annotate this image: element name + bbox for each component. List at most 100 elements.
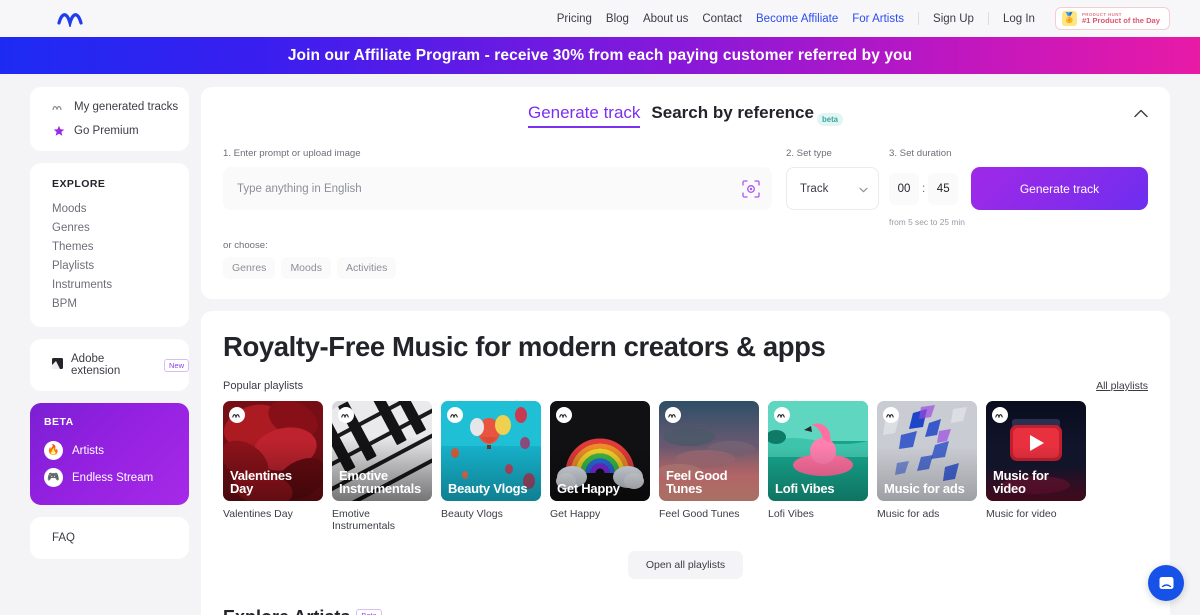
tab-generate-track[interactable]: Generate track [527, 103, 641, 128]
affiliate-banner-text: Join our Affiliate Program - receive 30%… [287, 46, 913, 64]
playlist-card-get-happy[interactable]: Get Happy Get Happy [550, 401, 650, 532]
playlist-artwork: Valentines Day [223, 401, 323, 501]
sidebar-item-label: Go Premium [74, 125, 139, 137]
generator-controls: 1. Enter prompt or upload image Type any… [223, 148, 1148, 227]
step-2-label: 2. Set type [786, 148, 832, 159]
nav-link-for-artists[interactable]: For Artists [852, 13, 904, 25]
playlist-artwork: Feel Good Tunes [659, 401, 759, 501]
tab-search-by-reference[interactable]: Search by reference beta [651, 103, 844, 126]
wave-icon [52, 104, 65, 111]
duration-separator: : [922, 182, 926, 195]
playlist-title: Valentines Day [230, 467, 292, 496]
playlist-artwork: Get Happy [550, 401, 650, 501]
mubert-badge-icon [338, 407, 354, 423]
explore-artists-header: Explore Artists Beta All artists [223, 607, 1148, 615]
sidebar-item-label: Endless Stream [72, 471, 154, 484]
playlist-caption: Lofi Vibes [768, 508, 814, 520]
playlist-card-emotive-instrumentals[interactable]: Emotive Instrumentals Emotive Instrument… [332, 401, 432, 532]
generator-tabs: Generate track Search by reference beta [223, 103, 1148, 128]
sidebar-item-artists[interactable]: 🔥 Artists [30, 437, 189, 464]
mubert-badge-icon [992, 407, 1008, 423]
sidebar-item-moods[interactable]: Moods [30, 199, 189, 218]
playlist-card-feel-good-tunes[interactable]: Feel Good Tunes Feel Good Tunes [659, 401, 759, 532]
sidebar-item-adobe-extension[interactable]: Adobe extension New [30, 339, 189, 391]
sidebar-item-endless-stream[interactable]: 🎮 Endless Stream [30, 464, 189, 491]
app-root: Pricing Blog About us Contact Become Aff… [0, 0, 1200, 615]
sidebar-item-themes[interactable]: Themes [30, 237, 189, 256]
chat-widget-button[interactable] [1148, 565, 1184, 601]
sidebar-explore-section: EXPLORE Moods Genres Themes Playlists In… [30, 163, 189, 327]
prompt-input[interactable]: Type anything in English [237, 183, 740, 195]
main-content: Generate track Search by reference beta 1… [201, 87, 1170, 615]
nav-link-pricing[interactable]: Pricing [557, 13, 592, 25]
playlist-caption: Emotive Instrumentals [332, 508, 396, 532]
playlist-title: Emotive Instrumentals [339, 467, 421, 496]
sidebar-item-genres[interactable]: Genres [30, 218, 189, 237]
chevron-up-icon[interactable] [1134, 105, 1148, 123]
beta-badge: Beta [356, 609, 382, 615]
sidebar-explore-title: EXPLORE [52, 178, 106, 190]
popular-playlists-header: Popular playlists All playlists [223, 380, 1148, 392]
image-scan-icon[interactable] [740, 178, 762, 200]
sidebar-item-instruments[interactable]: Instruments [30, 275, 189, 294]
track-type-value: Track [800, 182, 829, 195]
playlist-card-beauty-vlogs[interactable]: Beauty Vlogs Beauty Vlogs [441, 401, 541, 532]
playlist-title: Music for video [993, 467, 1049, 496]
chip-activities[interactable]: Activities [336, 257, 397, 279]
nav-link-contact[interactable]: Contact [702, 13, 742, 25]
duration-minutes-input[interactable]: 00 [889, 172, 919, 205]
sidebar-quick-links: My generated tracks Go Premium [30, 87, 189, 151]
top-navigation-bar: Pricing Blog About us Contact Become Aff… [0, 0, 1200, 37]
playlist-title: Lofi Vibes [775, 480, 835, 496]
affiliate-banner[interactable]: Join our Affiliate Program - receive 30%… [0, 37, 1200, 74]
playlist-card-music-for-video[interactable]: Music for video Music for video [986, 401, 1086, 532]
nav-link-about-us[interactable]: About us [643, 13, 688, 25]
playlist-card-lofi-vibes[interactable]: Lofi Vibes Lofi Vibes [768, 401, 868, 532]
duration-seconds-input[interactable]: 45 [928, 172, 959, 205]
duration-hint: from 5 sec to 25 min [889, 217, 965, 227]
playlist-artwork: Emotive Instrumentals [332, 401, 432, 501]
playlist-caption: Get Happy [550, 508, 601, 520]
sidebar-item-go-premium[interactable]: Go Premium [30, 119, 189, 143]
generate-track-button[interactable]: Generate track [971, 167, 1148, 210]
prompt-input-wrapper[interactable]: Type anything in English [223, 167, 772, 210]
playlist-card-valentines-day[interactable]: Valentines Day Valentines Day [223, 401, 323, 532]
playlist-caption: Music for video [986, 508, 1057, 520]
nav-link-sign-up[interactable]: Sign Up [933, 13, 974, 25]
new-badge: New [163, 358, 189, 372]
playlist-artwork: Music for ads [877, 401, 977, 501]
sidebar-item-my-generated-tracks[interactable]: My generated tracks [30, 95, 189, 119]
nav-link-become-affiliate[interactable]: Become Affiliate [756, 13, 838, 25]
page-title: Royalty-Free Music for modern creators &… [223, 331, 826, 362]
step-3-label: 3. Set duration [889, 148, 952, 159]
or-choose-label: or choose: [223, 240, 268, 251]
open-all-playlists-button[interactable]: Open all playlists [627, 551, 744, 579]
sidebar-item-label: Artists [72, 444, 104, 457]
sidebar-item-faq[interactable]: FAQ [30, 517, 189, 559]
sidebar-item-bpm[interactable]: BPM [30, 294, 189, 313]
product-hunt-badge[interactable]: 🏅 PRODUCT HUNT #1 Product of the Day [1054, 7, 1170, 30]
chip-genres[interactable]: Genres [223, 257, 276, 279]
sidebar-item-playlists[interactable]: Playlists [30, 256, 189, 275]
step-1-label: 1. Enter prompt or upload image [223, 148, 361, 159]
quick-choice-chips: Genres Moods Activities [223, 257, 1148, 279]
mubert-badge-icon [665, 407, 681, 423]
product-hunt-rank: #1 Product of the Day [1081, 15, 1160, 25]
gamepad-icon: 🎮 [44, 468, 63, 487]
all-playlists-link[interactable]: All playlists [1096, 380, 1148, 392]
chip-moods[interactable]: Moods [281, 257, 331, 279]
nav-link-log-in[interactable]: Log In [1003, 13, 1035, 25]
track-type-select[interactable]: Track [786, 167, 879, 210]
playlist-title: Feel Good Tunes [666, 467, 728, 496]
star-icon [52, 125, 65, 137]
playlist-card-music-for-ads[interactable]: Music for ads Music for ads [877, 401, 977, 532]
sidebar-extension-label: Adobe extension [71, 353, 121, 377]
playlist-caption: Valentines Day [223, 508, 293, 520]
medal-icon: 🏅 [1061, 11, 1077, 26]
mubert-badge-icon [556, 407, 572, 423]
mubert-wave-logo[interactable] [57, 10, 99, 27]
nav-divider [918, 12, 920, 25]
nav-link-blog[interactable]: Blog [606, 13, 629, 25]
sidebar-beta-section: BETA 🔥 Artists 🎮 Endless Stream [30, 403, 189, 505]
playlist-caption: Beauty Vlogs [441, 508, 503, 520]
